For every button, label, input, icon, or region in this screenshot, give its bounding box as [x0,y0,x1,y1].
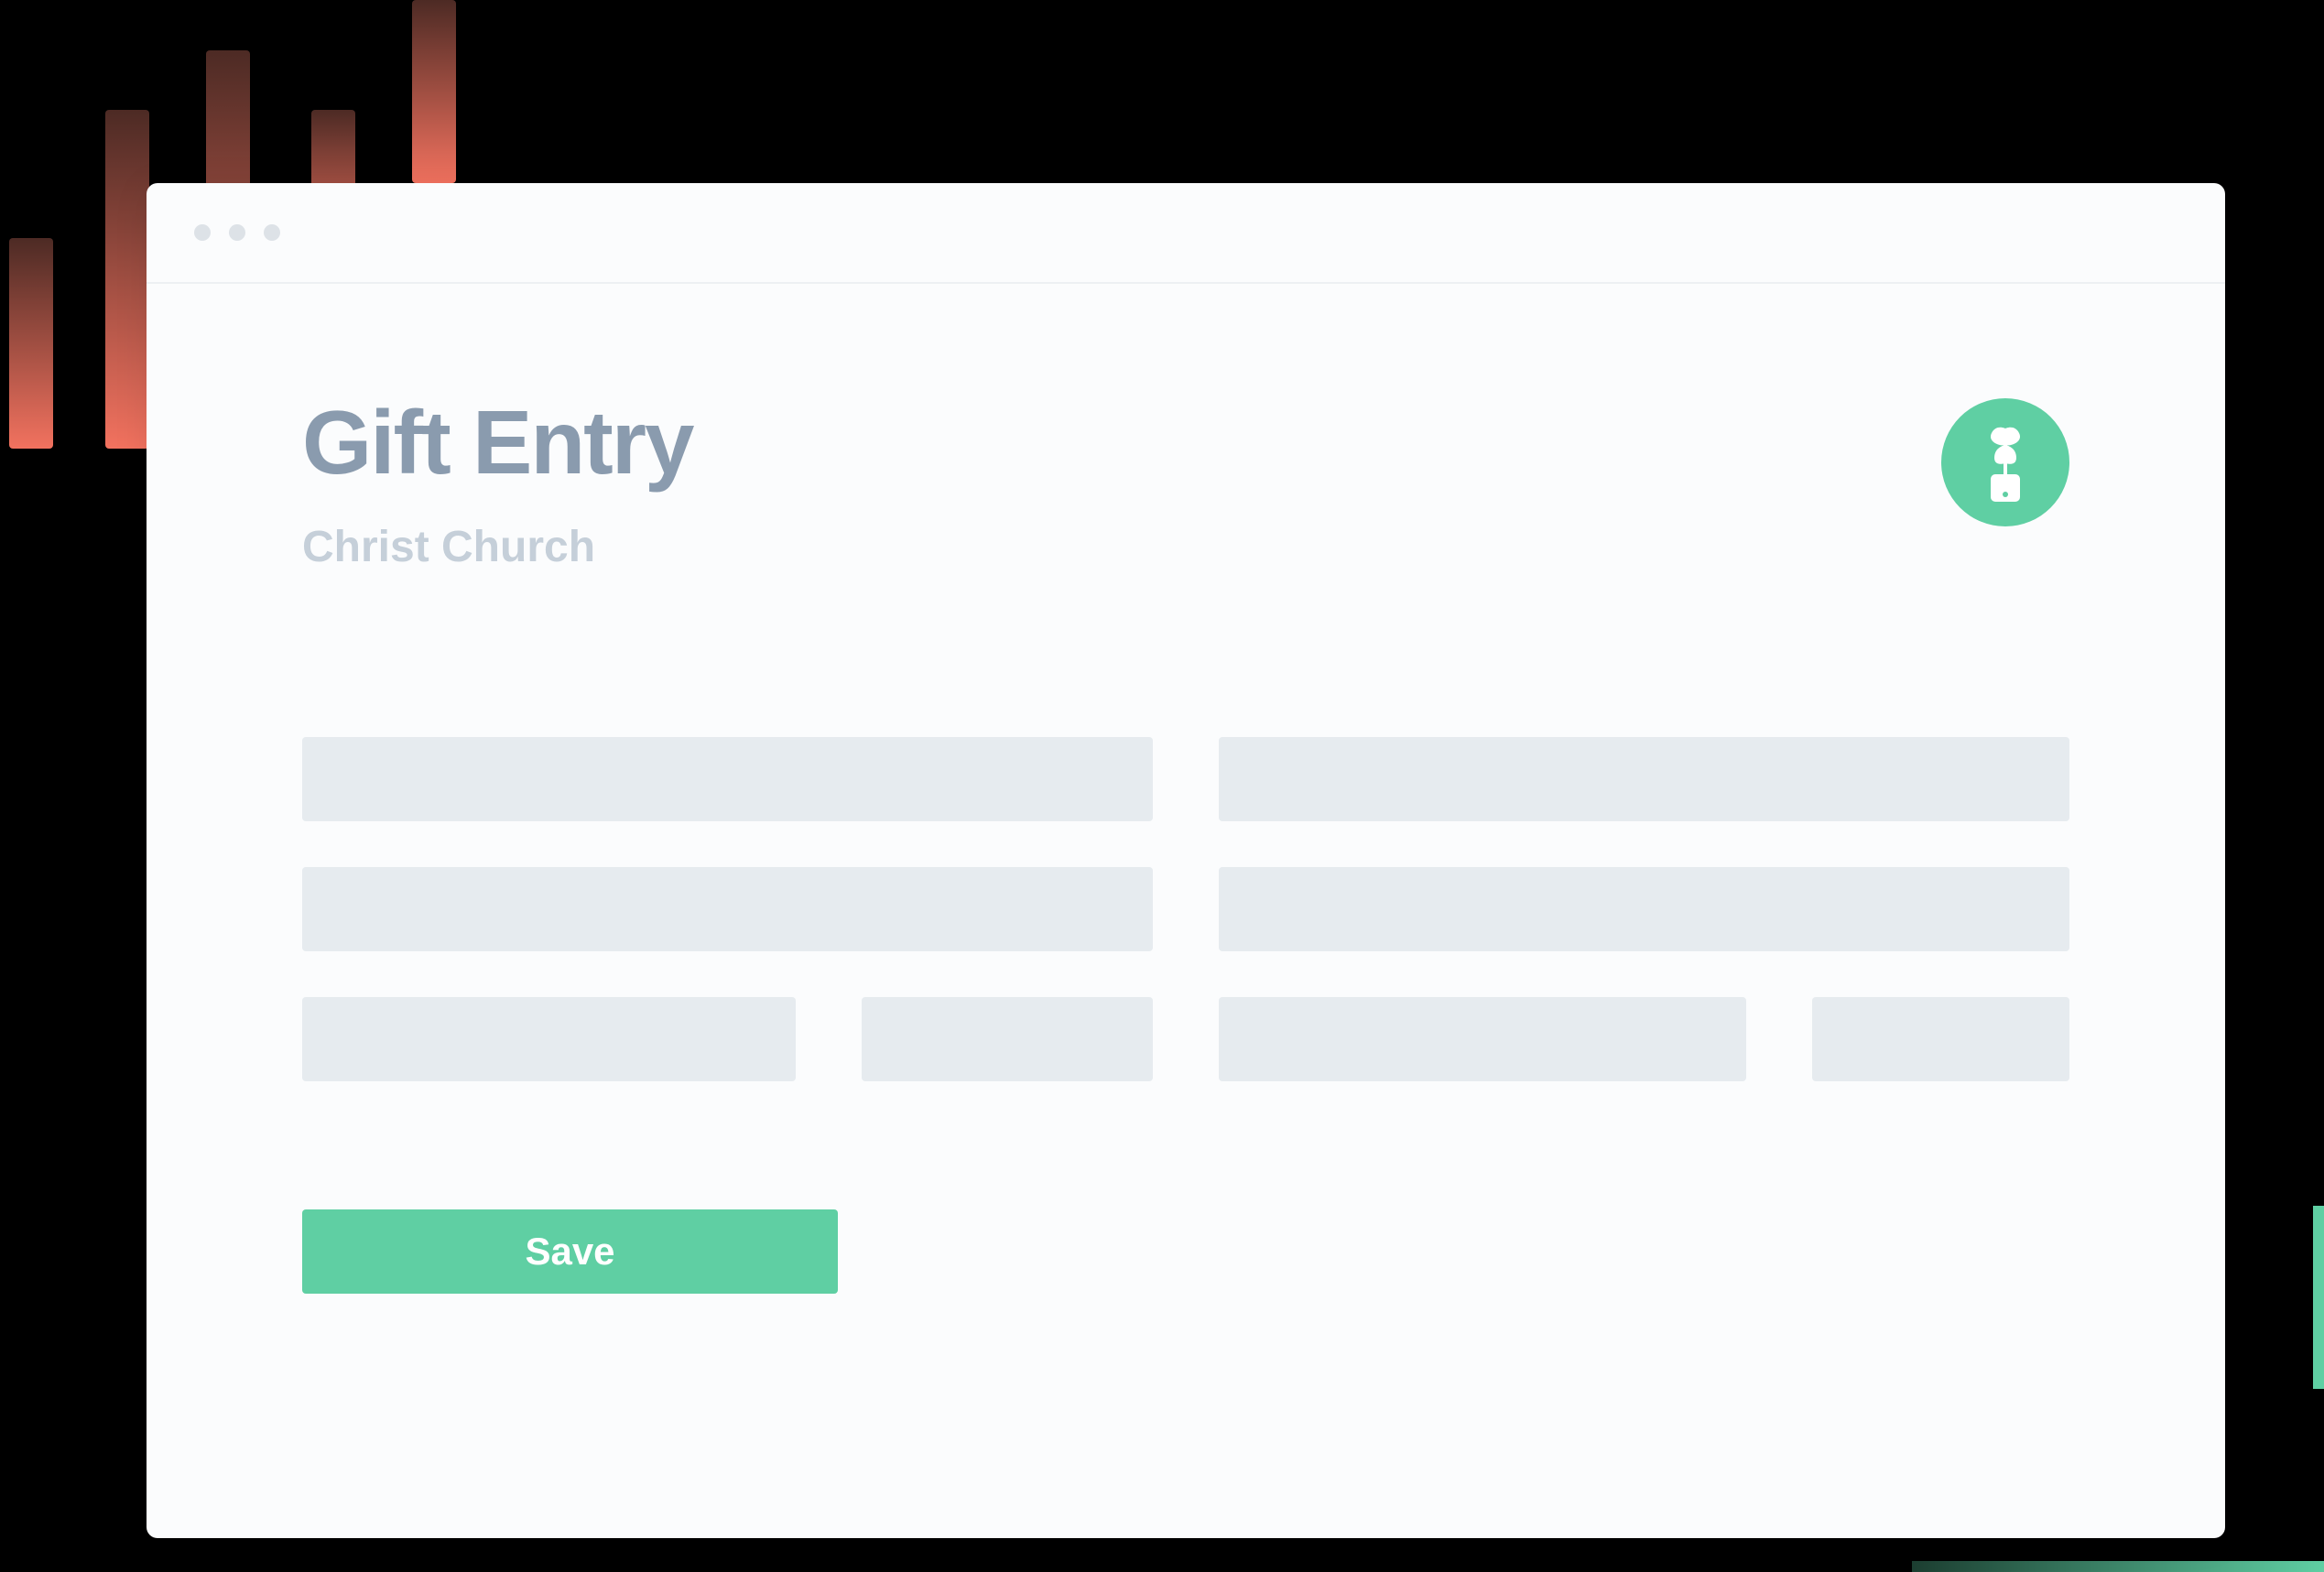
form-area: Save [302,737,2069,1294]
form-input[interactable] [302,737,1153,821]
form-input[interactable] [1219,867,2069,951]
form-input[interactable] [302,997,796,1081]
decorative-bar [412,0,456,183]
form-row [302,997,2069,1081]
decorative-line [2313,1206,2324,1389]
form-column-left [302,997,1153,1081]
form-input[interactable] [1812,997,2069,1081]
form-input[interactable] [862,997,1153,1081]
content-area: Gift Entry Christ Church [147,284,2225,1367]
window-titlebar [147,183,2225,284]
window-control-minimize[interactable] [229,224,245,241]
window-control-close[interactable] [194,224,211,241]
window-control-maximize[interactable] [264,224,280,241]
form-column-left [302,867,1153,951]
decorative-line [1912,1561,2324,1572]
form-row [302,737,2069,821]
page-subtitle: Christ Church [302,522,692,572]
form-input[interactable] [1219,997,1746,1081]
form-row [302,867,2069,951]
header-row: Gift Entry Christ Church [302,394,2069,572]
form-column-right [1219,737,2069,821]
page-title: Gift Entry [302,394,692,493]
form-input[interactable] [302,867,1153,951]
title-group: Gift Entry Christ Church [302,394,692,572]
decorative-bar [105,110,149,449]
brand-badge [1941,398,2069,526]
form-column-right [1219,867,2069,951]
save-button[interactable]: Save [302,1209,838,1294]
plant-phone-icon [1969,419,2042,506]
form-column-left [302,737,1153,821]
form-column-right [1219,997,2069,1081]
browser-window: Gift Entry Christ Church [147,183,2225,1538]
form-input[interactable] [1219,737,2069,821]
decorative-bar [9,238,53,449]
